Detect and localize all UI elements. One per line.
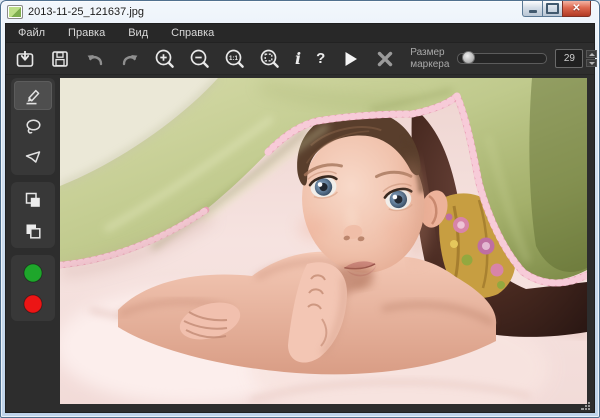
info-icon: i [295, 49, 301, 68]
save-button[interactable] [50, 47, 70, 71]
spin-up-button[interactable] [586, 50, 597, 58]
show-original-layer-button[interactable] [14, 216, 52, 245]
app-icon [7, 5, 23, 19]
photo-canvas[interactable] [60, 78, 587, 404]
question-icon: ? [316, 50, 325, 67]
redo-button[interactable] [120, 47, 140, 71]
title-bar[interactable]: 2013-11-25_121637.jpg [7, 1, 509, 23]
zoom-out-button[interactable] [190, 47, 210, 71]
magnifier-fit-icon [260, 49, 280, 69]
menu-help[interactable]: Справка [160, 27, 225, 39]
marker-size-label: Размер маркера [410, 47, 449, 70]
lasso-icon [23, 117, 43, 137]
floppy-disk-icon [50, 49, 70, 69]
menu-bar: Файл Правка Вид Справка [6, 24, 594, 43]
minimize-icon [529, 10, 537, 13]
toolbar: 1:1 i ? [6, 43, 594, 75]
workspace [6, 75, 594, 412]
undo-button[interactable] [85, 47, 105, 71]
red-circle-icon [22, 293, 44, 315]
close-button[interactable]: ✕ [562, 1, 591, 17]
lasso-tool-button[interactable] [14, 112, 52, 141]
zoom-actual-button[interactable]: 1:1 [225, 47, 245, 71]
folder-import-icon [15, 49, 35, 69]
window-controls: ✕ [523, 1, 591, 17]
help-button[interactable]: ? [316, 47, 325, 71]
show-result-layer-button[interactable] [14, 185, 52, 214]
spin-down-button[interactable] [586, 59, 597, 67]
close-x-icon: ✕ [572, 4, 580, 14]
play-icon [340, 49, 360, 69]
maximize-icon [546, 3, 559, 14]
chevron-up-icon [589, 53, 595, 56]
polygon-lasso-icon [23, 148, 43, 168]
maximize-button[interactable] [542, 1, 563, 17]
redo-arrow-icon [120, 49, 140, 69]
marker-tool-button[interactable] [14, 81, 52, 110]
app-window: 2013-11-25_121637.jpg ✕ Файл Правка Вид … [0, 0, 600, 418]
marker-size-control: Размер маркера 29 [410, 47, 600, 70]
zoom-fit-button[interactable] [260, 47, 280, 71]
cancel-button[interactable] [375, 47, 395, 71]
app-content: Файл Правка Вид Справка [5, 23, 595, 413]
chevron-down-icon [589, 62, 595, 65]
undo-arrow-icon [85, 49, 105, 69]
polygon-lasso-tool-button[interactable] [14, 143, 52, 172]
layer-front-filled-icon [23, 190, 43, 210]
minimize-button[interactable] [522, 1, 543, 17]
svg-text:1:1: 1:1 [229, 54, 239, 61]
window-title: 2013-11-25_121637.jpg [28, 6, 144, 18]
menu-view[interactable]: Вид [117, 27, 159, 39]
cancel-x-icon [375, 49, 395, 69]
magnifier-1-1-icon: 1:1 [225, 49, 245, 69]
slider-knob[interactable] [462, 51, 475, 64]
canvas-area [59, 75, 594, 412]
selection-tools-group [11, 78, 55, 175]
remove-marker-button[interactable] [14, 289, 52, 318]
view-tools-group [11, 182, 55, 248]
marker-size-spinbox: 29 [555, 49, 597, 68]
marker-size-value[interactable]: 29 [555, 49, 583, 68]
resize-grip-icon[interactable] [581, 400, 591, 410]
marker-pen-icon [23, 86, 43, 106]
marker-colors-group [11, 255, 55, 321]
marker-size-slider[interactable] [457, 53, 547, 64]
tool-sidebar [6, 75, 59, 412]
magnifier-minus-icon [190, 49, 210, 69]
run-button[interactable] [340, 47, 360, 71]
screen: 2013-11-25_121637.jpg ✕ Файл Правка Вид … [0, 0, 600, 418]
spinner-buttons [586, 50, 597, 67]
menu-file[interactable]: Файл [7, 27, 56, 39]
layer-back-filled-icon [23, 221, 43, 241]
open-button[interactable] [15, 47, 35, 71]
zoom-in-button[interactable] [155, 47, 175, 71]
menu-edit[interactable]: Правка [57, 27, 116, 39]
magnifier-plus-icon [155, 49, 175, 69]
info-button[interactable]: i [295, 47, 301, 71]
keep-marker-button[interactable] [14, 258, 52, 287]
green-circle-icon [22, 262, 44, 284]
